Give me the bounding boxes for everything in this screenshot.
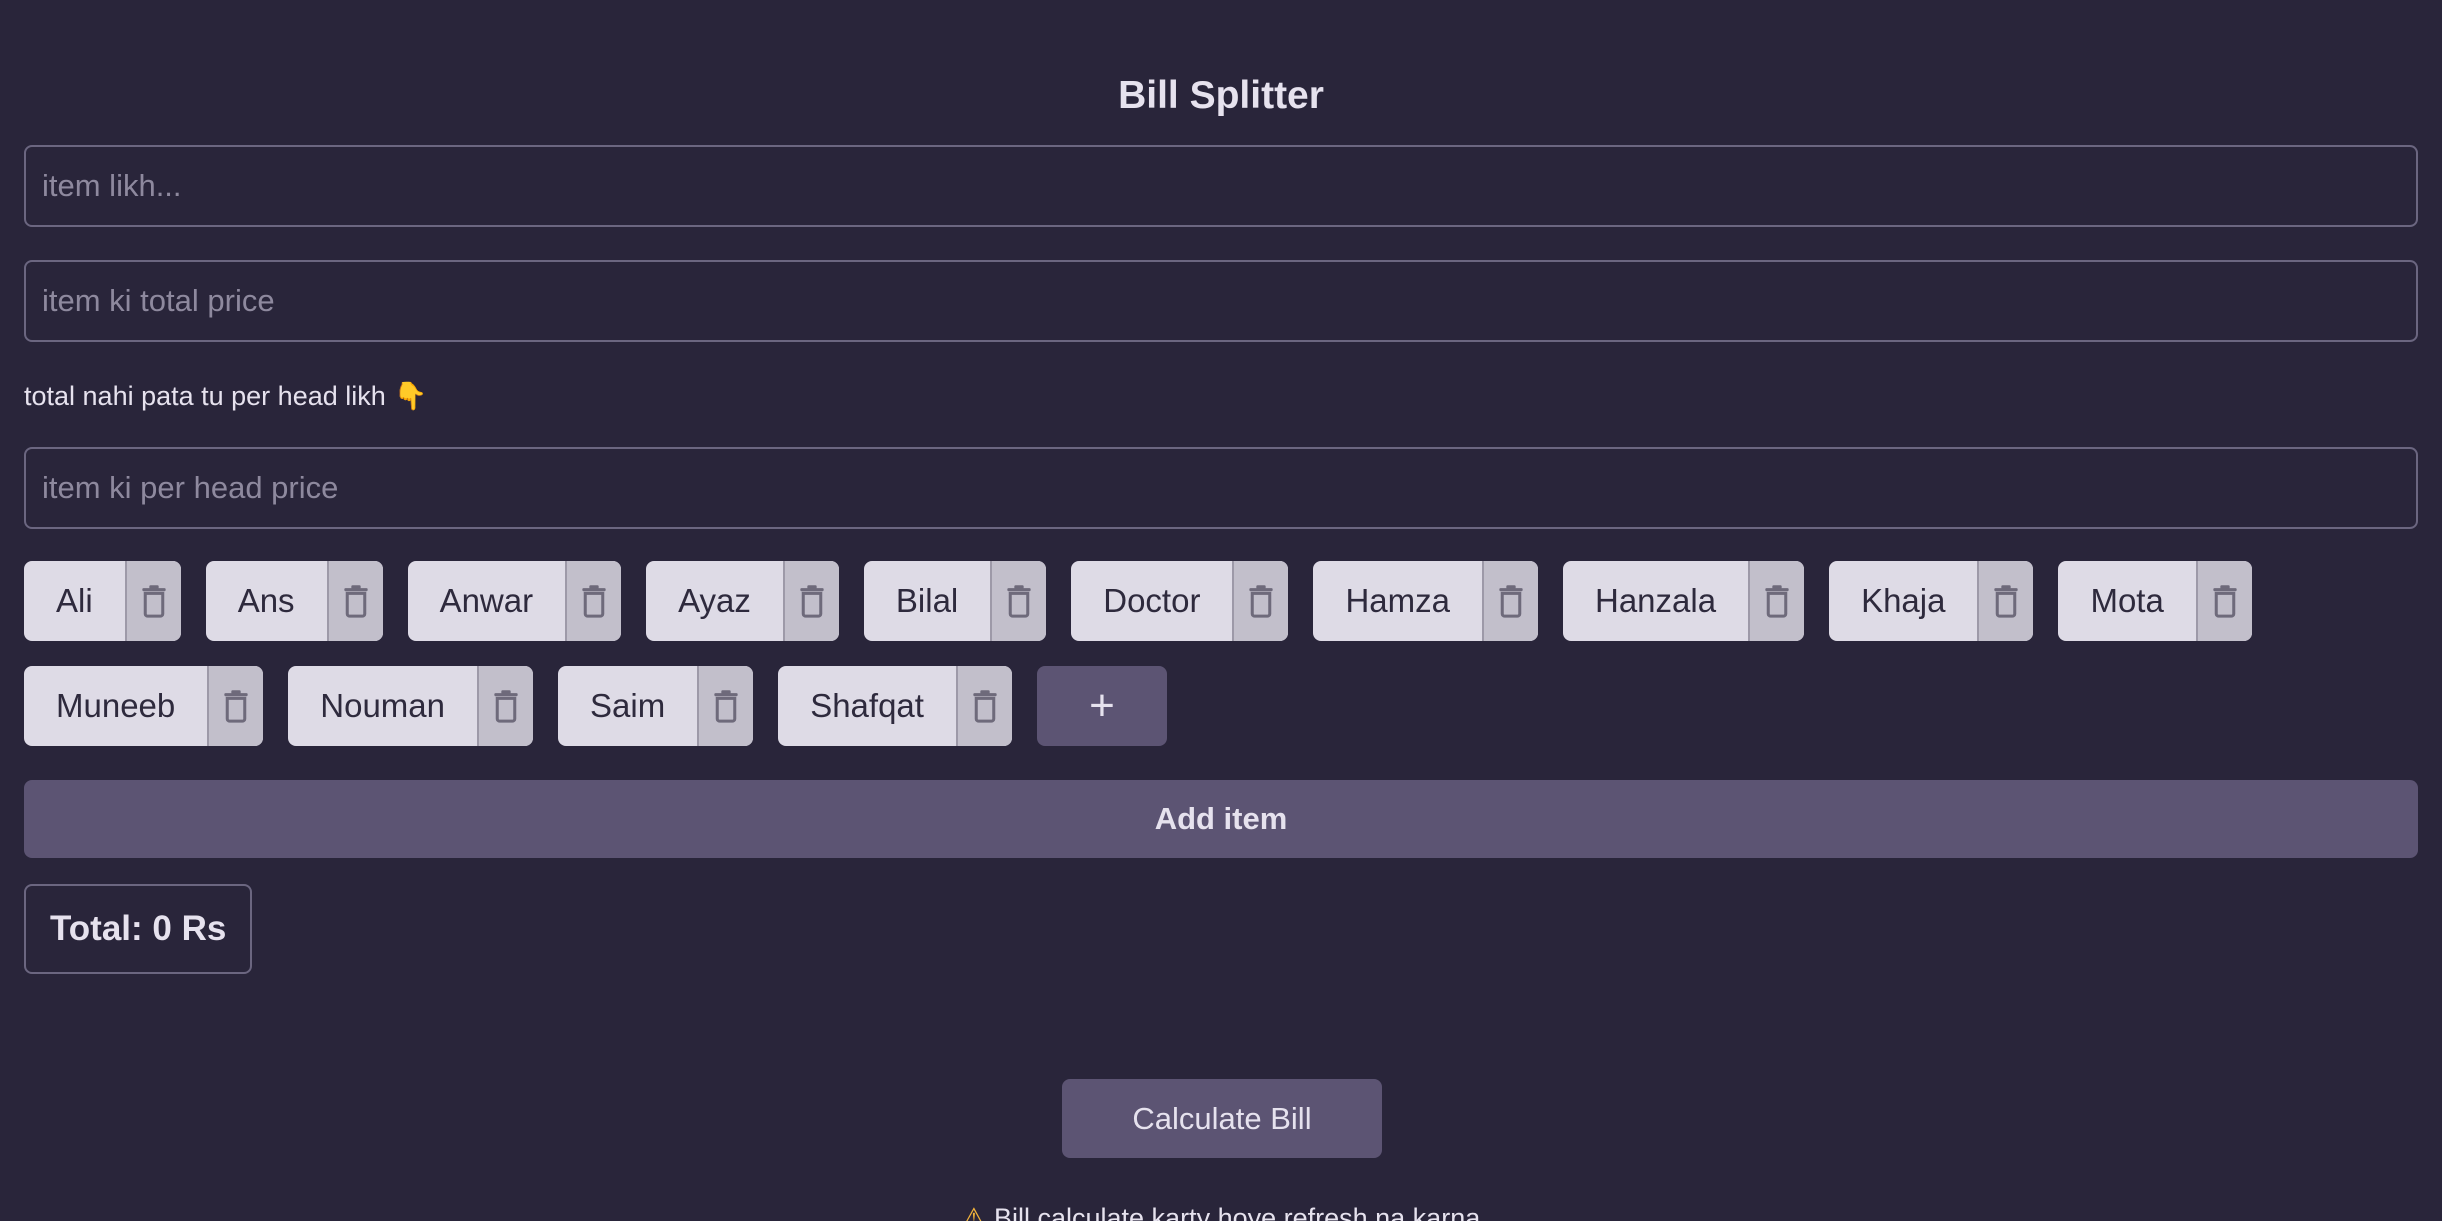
person-name: Doctor	[1103, 582, 1201, 619]
person-chip: Khaja	[1829, 561, 2034, 641]
person-chip: Bilal	[863, 561, 1047, 641]
person-name: Khaja	[1861, 582, 1946, 619]
person-name: Bilal	[895, 582, 959, 619]
pointing-down-icon: 👇	[393, 381, 428, 411]
trash-icon	[800, 585, 824, 618]
person-name: Hamza	[1345, 582, 1450, 619]
person-chip: Ayaz	[646, 561, 839, 641]
per-head-hint-text: total nahi pata tu per head likh	[24, 381, 386, 411]
warning-icon: ⚠	[961, 1203, 986, 1221]
person-chip: Saim	[558, 666, 754, 746]
item-name-input[interactable]	[24, 145, 2418, 227]
total-display: Total: 0 Rs	[24, 884, 253, 974]
delete-person-button[interactable]	[565, 561, 622, 641]
person-name: Ayaz	[678, 582, 751, 619]
delete-person-button[interactable]	[1481, 561, 1538, 641]
delete-person-button[interactable]	[326, 561, 383, 641]
person-chip: Hamza	[1313, 561, 1538, 641]
per-head-price-input[interactable]	[24, 447, 2418, 529]
delete-person-button[interactable]	[955, 666, 1012, 746]
delete-person-button[interactable]	[782, 561, 839, 641]
delete-person-button[interactable]	[1748, 561, 1805, 641]
trash-icon	[494, 690, 518, 723]
person-name: Anwar	[439, 582, 534, 619]
person-name: Hanzala	[1594, 582, 1717, 619]
person-chip: Mota	[2058, 561, 2252, 641]
people-list: Ali Ans Anwar Ayaz Bilal Doctor Hamza Hanzala Kh…	[24, 561, 2418, 771]
person-chip: Anwar	[407, 561, 622, 641]
page-title: Bill Splitter	[1118, 74, 1324, 117]
people-row-1: Ali Ans Anwar Ayaz Bilal Doctor Hamza Hanzala Kh…	[24, 561, 2418, 641]
trash-icon	[582, 585, 606, 618]
trash-icon	[343, 585, 368, 618]
refresh-warning: ⚠ Bill calculate karty hoye refresh na ka…	[0, 1198, 2442, 1221]
person-name: Nouman	[320, 687, 445, 724]
person-chip: Hanzala	[1562, 561, 1805, 641]
people-row-2: Muneeb Nouman Saim Shafqat +	[24, 666, 2418, 746]
trash-icon	[1249, 585, 1274, 618]
person-chip: Nouman	[288, 666, 533, 746]
trash-icon	[2213, 585, 2237, 618]
delete-person-button[interactable]	[207, 666, 264, 746]
person-name: Ali	[56, 582, 93, 619]
delete-person-button[interactable]	[1977, 561, 2034, 641]
trash-icon	[224, 690, 248, 723]
person-name: Ans	[237, 582, 295, 619]
add-item-button[interactable]: Add item	[24, 780, 2418, 858]
person-chip: Ali	[24, 561, 181, 641]
person-name: Muneeb	[56, 687, 176, 724]
person-name: Shafqat	[810, 687, 924, 724]
refresh-warning-text: Bill calculate karty hoye refresh na kar…	[993, 1203, 1481, 1221]
delete-person-button[interactable]	[2195, 561, 2252, 641]
person-name: Mota	[2090, 582, 2164, 619]
total-price-input[interactable]	[24, 260, 2418, 342]
delete-person-button[interactable]	[1232, 561, 1289, 641]
calculate-bill-button[interactable]: Calculate Bill	[1062, 1079, 1382, 1158]
trash-icon	[1994, 585, 2019, 618]
trash-icon	[714, 690, 738, 723]
trash-icon	[1765, 585, 1789, 618]
trash-icon	[1007, 585, 1031, 618]
trash-icon	[973, 690, 997, 723]
trash-icon	[142, 585, 166, 618]
person-name: Saim	[590, 687, 666, 724]
person-chip: Muneeb	[24, 666, 264, 746]
delete-person-button[interactable]	[124, 561, 181, 641]
add-person-button[interactable]: +	[1036, 666, 1167, 746]
delete-person-button[interactable]	[477, 666, 533, 746]
delete-person-button[interactable]	[697, 666, 754, 746]
delete-person-button[interactable]	[990, 561, 1047, 641]
trash-icon	[1499, 585, 1523, 618]
bill-splitter-page: Bill Splitter total nahi pata tu per hea…	[0, 0, 2442, 1221]
per-head-hint: total nahi pata tu per head likh 👇	[24, 376, 427, 416]
person-chip: Ans	[205, 561, 383, 641]
person-chip: Doctor	[1071, 561, 1289, 641]
person-chip: Shafqat	[778, 666, 1012, 746]
